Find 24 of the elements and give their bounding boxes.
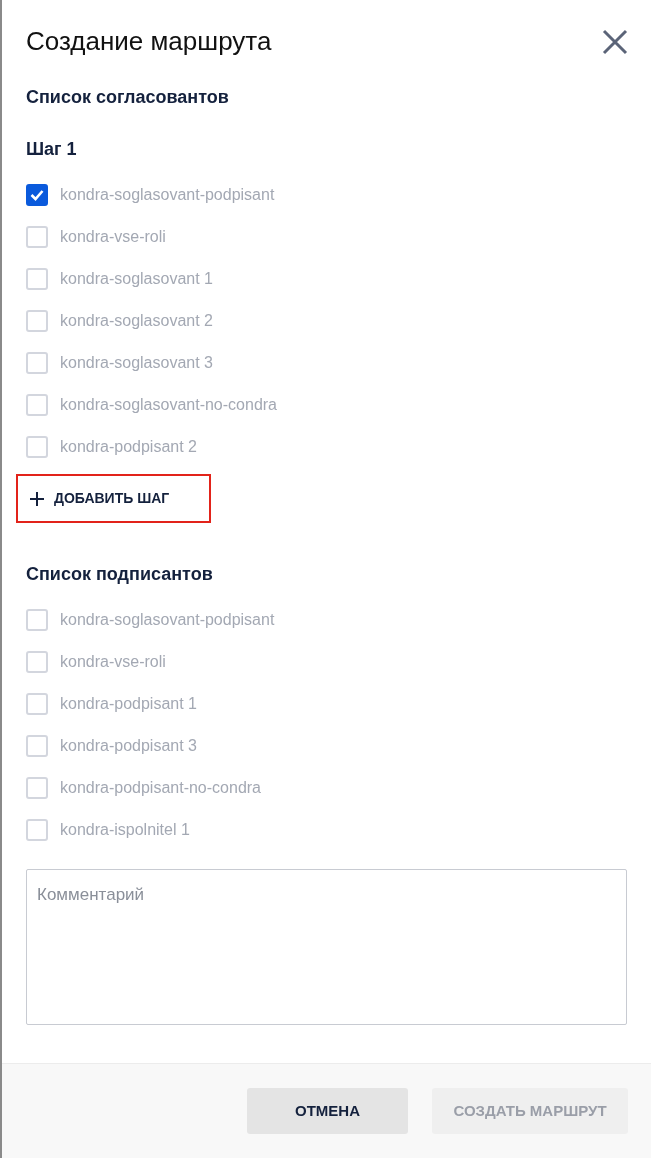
section-heading: Список согласовантов — [26, 87, 229, 109]
comment-field[interactable]: Комментарий — [26, 869, 627, 1025]
option-label: kondra-soglasovant 3 — [60, 353, 213, 373]
checkbox[interactable] — [26, 184, 48, 206]
section-heading: Список подписантов — [26, 564, 213, 586]
option-label: kondra-podpisant 1 — [60, 694, 197, 714]
option-label: kondra-soglasovant 1 — [60, 269, 213, 289]
option-label: kondra-podpisant 3 — [60, 736, 197, 756]
option-label: kondra-soglasovant-podpisant — [60, 610, 275, 630]
option-label: kondra-podpisant-no-condra — [60, 778, 261, 798]
option-label: kondra-podpisant 2 — [60, 437, 197, 457]
option-label: kondra-soglasovant-no-condra — [60, 395, 277, 415]
option-label: kondra-soglasovant 2 — [60, 311, 213, 331]
option-label: kondra-vse-roli — [60, 652, 166, 672]
option-label: kondra-soglasovant-podpisant — [60, 185, 275, 205]
dialog-title: Создание маршрута — [26, 26, 272, 58]
section-heading: Шаг 1 — [26, 139, 77, 161]
add-step-button[interactable]: ДОБАВИТЬ ШАГ — [16, 474, 212, 523]
option-label: kondra-ispolnitel 1 — [60, 820, 190, 840]
close-button[interactable] — [601, 28, 629, 56]
checkmark-icon — [30, 189, 44, 201]
cancel-button[interactable]: ОТМЕНА — [247, 1088, 408, 1134]
option-label: kondra-vse-roli — [60, 227, 166, 247]
plus-icon — [30, 491, 44, 506]
